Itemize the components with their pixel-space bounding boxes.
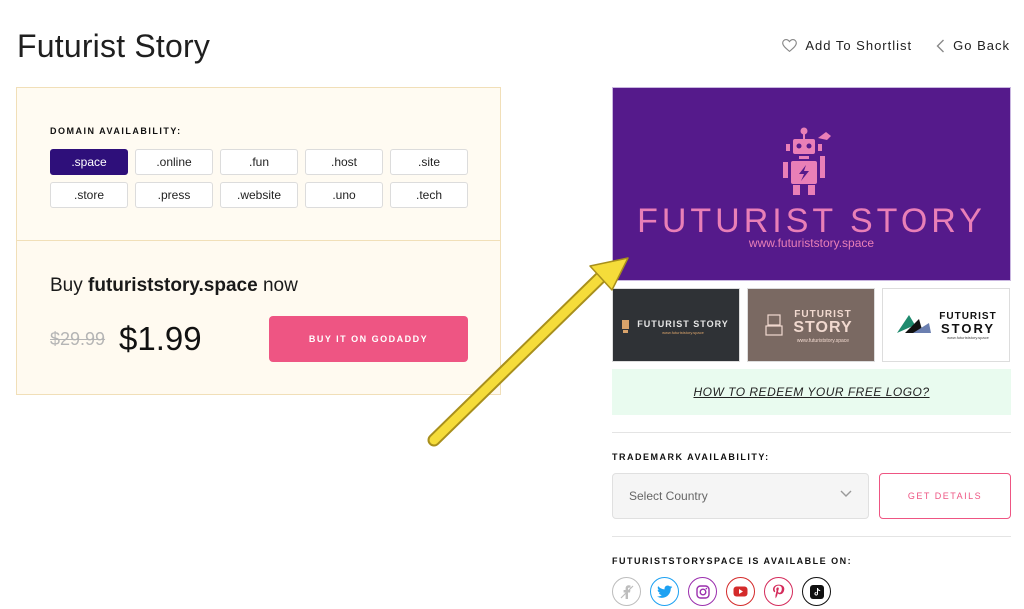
country-select[interactable]: Select Country [612,473,869,519]
chevron-left-icon [936,39,945,52]
thumbnail-title-line2: STORY [793,319,853,336]
logo-thumbnail-white[interactable]: FUTURIST STORY www.futuriststory.space [882,288,1010,362]
buy-on-godaddy-button[interactable]: BUY IT ON GODADDY [269,316,468,362]
old-price: $29.99 [50,329,106,349]
facebook-icon [620,584,633,599]
country-select-value: Select Country [629,489,708,503]
tld-space[interactable]: .space [50,149,128,175]
buy-heading: Buy futuriststory.space now [50,275,298,297]
tld-online[interactable]: .online [135,149,213,175]
logo-url: www.futuriststory.space [748,236,875,250]
thumbnail-title: FUTURIST STORY [637,319,729,329]
social-icons [612,577,831,606]
social-twitter[interactable] [650,577,679,606]
heart-icon [782,39,798,52]
go-back-button[interactable]: Go Back [936,38,1010,53]
domain-card: DOMAIN AVAILABILITY: .space .online .fun… [16,87,501,395]
social-youtube[interactable] [726,577,755,606]
domain-availability-label: DOMAIN AVAILABILITY: [50,126,182,136]
shortlist-label: Add To Shortlist [805,38,913,53]
page-title: Futurist Story [17,28,211,64]
chevron-down-icon [840,490,852,497]
tld-site[interactable]: .site [390,149,468,175]
twitter-icon [656,584,672,598]
top-actions: Add To Shortlist Go Back [782,38,1010,53]
tld-grid: .space .online .fun .host .site .store .… [50,149,468,208]
get-details-button[interactable]: GET DETAILS [879,473,1011,519]
instagram-icon [695,584,710,599]
thumbnail-url: www.futuriststory.space [947,335,989,340]
new-price: $1.99 [119,320,202,357]
social-facebook[interactable] [612,577,641,606]
domain-availability-section: DOMAIN AVAILABILITY: .space .online .fun… [17,88,500,241]
add-to-shortlist-button[interactable]: Add To Shortlist [782,38,912,53]
redeem-logo-link[interactable]: HOW TO REDEEM YOUR FREE LOGO? [693,385,929,399]
thumbnail-url: www.futuriststory.space [662,330,704,335]
tld-website[interactable]: .website [220,182,298,208]
youtube-icon [733,586,748,597]
section-divider [612,432,1011,433]
logo-thumbnail-dark[interactable]: FUTURIST STORY www.futuriststory.space [612,288,740,362]
pinterest-icon [773,584,785,599]
logo-preview[interactable]: FUTURIST STORY www.futuriststory.space [612,87,1011,281]
tld-tech[interactable]: .tech [390,182,468,208]
robot-icon [783,127,831,195]
thumbnail-url: www.futuriststory.space [796,338,850,344]
section-divider [612,536,1011,537]
go-back-label: Go Back [953,38,1010,53]
logo-thumbnail-brown[interactable]: FUTURIST STORY www.futuriststory.space [747,288,875,362]
social-pinterest[interactable] [764,577,793,606]
thumbnail-title-line2: STORY [940,321,996,336]
tld-host[interactable]: .host [305,149,383,175]
buy-suffix: now [262,275,298,296]
social-availability-label: FUTURISTSTORYSPACE IS AVAILABLE ON: [612,556,853,566]
redeem-logo-banner: HOW TO REDEEM YOUR FREE LOGO? [612,369,1011,415]
buy-domain-name: futuriststory.space [88,275,258,296]
tld-press[interactable]: .press [135,182,213,208]
tld-store[interactable]: .store [50,182,128,208]
tld-uno[interactable]: .uno [305,182,383,208]
tld-fun[interactable]: .fun [220,149,298,175]
tiktok-icon [809,584,824,599]
buy-prefix: Buy [50,275,83,296]
social-instagram[interactable] [688,577,717,606]
social-tiktok[interactable] [802,577,831,606]
trademark-availability-label: TRADEMARK AVAILABILITY: [612,452,770,462]
